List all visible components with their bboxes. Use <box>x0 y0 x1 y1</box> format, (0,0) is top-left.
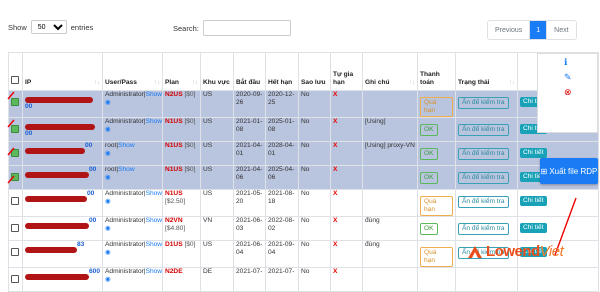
end-date-cell: 2021-07- <box>265 267 299 292</box>
region-cell: DE <box>200 267 234 292</box>
show-label: Show <box>8 22 27 32</box>
entries-label: entries <box>70 22 94 32</box>
row-checkbox[interactable] <box>11 275 19 283</box>
search-control: Search: <box>173 20 291 36</box>
action-cell <box>517 267 599 292</box>
pagination: Previous 1 Next <box>487 20 577 40</box>
arrow-row3 <box>7 147 15 156</box>
search-label: Search: <box>173 23 199 33</box>
note-cell <box>362 267 418 292</box>
search-input[interactable] <box>202 20 291 36</box>
plan-cell: N2DE <box>162 267 201 292</box>
payment-cell <box>417 267 456 292</box>
userpass-cell: Administrator|Show ◉ <box>102 267 163 292</box>
brand-logo: LowendViet <box>486 243 564 260</box>
backup-cell: No <box>298 267 331 292</box>
lowendviet-logo-icon <box>468 246 482 258</box>
pagination-next[interactable]: Next <box>546 21 575 39</box>
arrow-row1 <box>7 91 15 100</box>
ip-cell: 600 <box>22 267 103 292</box>
eye-icon[interactable]: ◉ <box>105 276 111 283</box>
show-password-link[interactable]: Show <box>146 269 162 276</box>
arrow-row2 <box>7 119 15 128</box>
pagination-previous[interactable]: Previous <box>488 21 531 39</box>
start-date-cell: 2021-07- <box>233 267 266 292</box>
status-cell <box>455 267 518 292</box>
info-icon[interactable]: ℹ <box>564 57 567 68</box>
autorenew-cell: X <box>330 267 363 292</box>
row-checkbox-cell[interactable] <box>8 267 23 292</box>
table-row[interactable]: 600 Administrator|Show ◉ N2DE DE 2021-07-… <box>8 267 599 292</box>
table-controls: Show 50 entries Search: Previous 1 Next <box>0 0 600 45</box>
pagination-page-1[interactable]: 1 <box>530 21 547 39</box>
entries-select[interactable]: 50 <box>30 20 67 34</box>
annotation-arrows <box>7 91 577 256</box>
redacted-ip <box>25 274 89 280</box>
entries-control: Show 50 entries <box>8 20 93 34</box>
